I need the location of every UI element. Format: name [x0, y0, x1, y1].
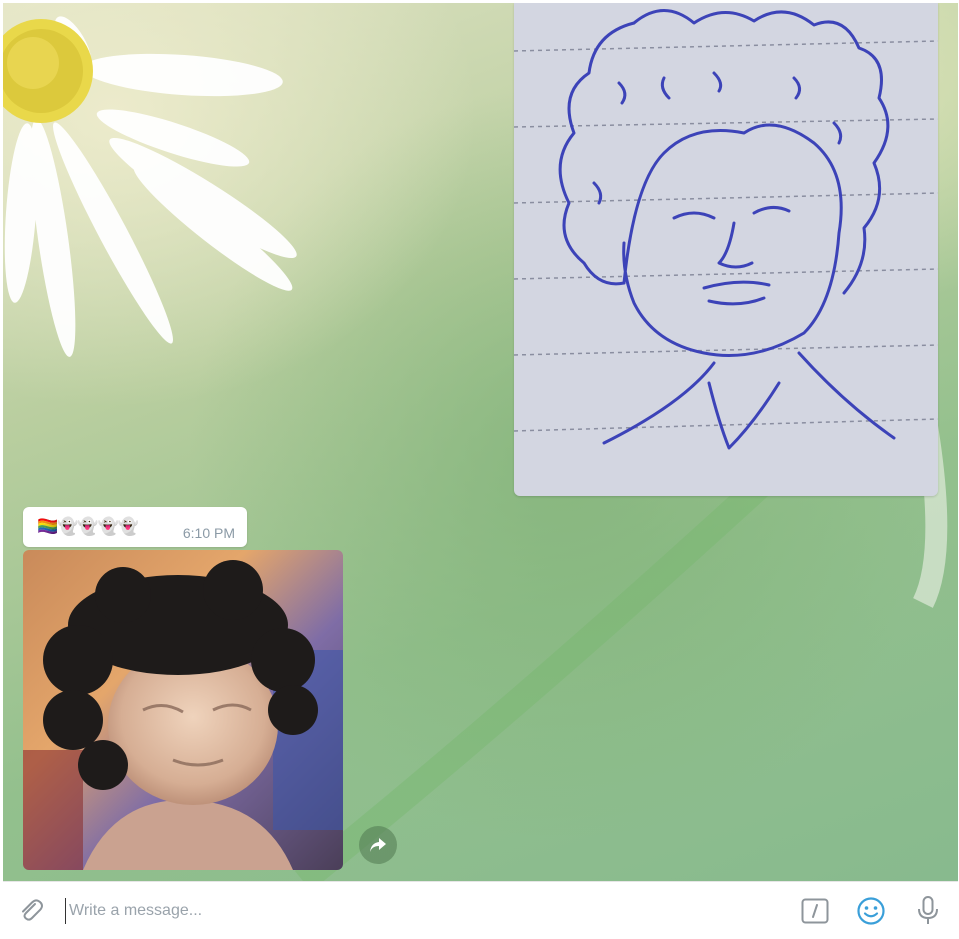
paperclip-icon[interactable] — [17, 897, 45, 925]
microphone-icon[interactable] — [915, 895, 941, 927]
forward-arrow-icon — [370, 838, 386, 852]
sketch-drawing — [514, 3, 938, 496]
background-daisy — [3, 16, 297, 357]
slash-commands-icon[interactable] — [801, 898, 829, 924]
message-time: 6:10 PM — [182, 525, 235, 541]
message-input[interactable] — [65, 898, 771, 924]
generated-portrait-photo[interactable] — [23, 550, 343, 870]
smiley-icon[interactable] — [856, 896, 886, 926]
portrait-painting — [23, 550, 343, 870]
message-bubble: 🏳️‍🌈👻👻👻👻 6:10 PM — [23, 507, 247, 547]
message-text: 🏳️‍🌈👻👻👻👻 — [37, 517, 139, 537]
message-composer — [3, 881, 958, 939]
share-button[interactable] — [359, 826, 397, 864]
chat-area: 🏳️‍🌈👻👻👻👻 6:10 PM — [3, 3, 958, 881]
sketch-photo[interactable] — [514, 3, 938, 496]
